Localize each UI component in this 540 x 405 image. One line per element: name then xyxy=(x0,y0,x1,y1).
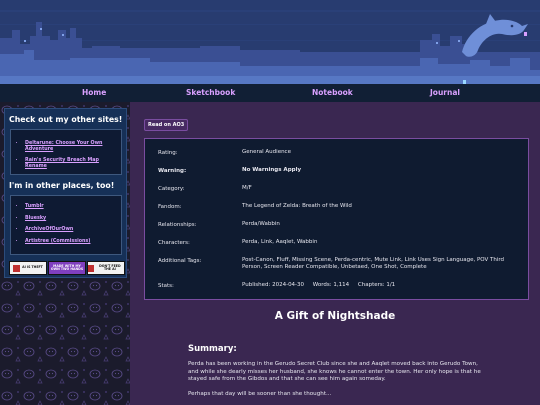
summary-paragraph: Perda has been working in the Gerudo Sec… xyxy=(188,361,481,383)
sidebar: Check out my other sites! Deltarune: Cho… xyxy=(0,102,130,405)
list-item: Tumblr xyxy=(25,204,121,210)
relationships-label: Relationships: xyxy=(158,222,197,228)
link-deltarune-cyoa[interactable]: Deltarune: Choose Your Own Adventure xyxy=(25,141,102,152)
rating-label: Rating: xyxy=(158,150,178,156)
link-artistree[interactable]: Artistree (Commissions) xyxy=(25,239,90,244)
nav-sketchbook[interactable]: Sketchbook xyxy=(186,88,235,97)
badge-row: AI IS THEFT MADE WITH MY OWN TWO HANDS D… xyxy=(9,261,125,275)
link-tumblr[interactable]: Tumblr xyxy=(25,204,44,209)
list-item: Deltarune: Choose Your Own Adventure xyxy=(25,141,121,152)
tags-value: Post-Canon, Fluff, Missing Scene, Perda-… xyxy=(242,257,505,271)
summary-text: Perda has been working in the Gerudo Sec… xyxy=(188,361,483,405)
nav-home[interactable]: Home xyxy=(82,88,106,97)
characters-value: Perda, Link, Aaqlet, Wabbin xyxy=(242,239,318,245)
rating-value: General Audience xyxy=(242,149,291,155)
ai-is-theft-badge: AI IS THEFT xyxy=(9,261,47,275)
handmade-badge: MADE WITH MY OWN TWO HANDS xyxy=(48,261,86,275)
category-value: M/F xyxy=(242,185,252,191)
fandom-value: The Legend of Zelda: Breath of the Wild xyxy=(242,203,352,209)
header-banner xyxy=(0,0,540,84)
category-label: Category: xyxy=(158,186,185,192)
list-item: Artistree (Commissions) xyxy=(25,239,121,245)
other-places-heading: I'm in other places, too! xyxy=(9,181,115,190)
list-item: Bluesky xyxy=(25,216,121,222)
summary-heading: Summary: xyxy=(188,344,237,354)
other-sites-list: Deltarune: Choose Your Own Adventure Rai… xyxy=(10,129,122,175)
relationships-value: Perda/Wabbin xyxy=(242,221,280,227)
dont-feed-ai-badge: DON'T FEED THE AI xyxy=(87,261,125,275)
nav-notebook[interactable]: Notebook xyxy=(312,88,353,97)
link-bluesky[interactable]: Bluesky xyxy=(25,216,46,221)
badge-icon xyxy=(13,264,21,272)
warning-value: No Warnings Apply xyxy=(242,167,302,173)
tags-label: Additional Tags: xyxy=(158,258,202,264)
badge-icon xyxy=(88,264,94,272)
nav-journal[interactable]: Journal xyxy=(430,88,460,97)
summary-paragraph: Perhaps that day will be sooner than she… xyxy=(188,390,332,397)
main-content: Read on AO3 Rating: General Audience War… xyxy=(130,102,540,405)
work-metadata-panel: Rating: General Audience Warning: No War… xyxy=(144,138,529,300)
link-ao3[interactable]: ArchiveOfOurOwn xyxy=(25,227,73,232)
stats-value: Published: 2024-04-30 Words: 1,114 Chapt… xyxy=(242,282,396,288)
sidebar-panel: Check out my other sites! Deltarune: Cho… xyxy=(4,108,127,278)
work-title: A Gift of Nightshade xyxy=(274,310,396,322)
other-sites-heading: Check out my other sites! xyxy=(9,115,123,124)
fandom-label: Fandom: xyxy=(158,204,182,210)
read-on-ao3-button[interactable]: Read on AO3 xyxy=(144,119,189,131)
warning-label: Warning: xyxy=(158,168,187,174)
other-places-list: Tumblr Bluesky ArchiveOfOurOwn Artistree… xyxy=(10,195,122,255)
link-security-breach-map[interactable]: Rain's Security Breach Map Rename xyxy=(25,158,99,169)
stats-label: Stats: xyxy=(158,283,174,289)
list-item: ArchiveOfOurOwn xyxy=(25,227,121,233)
top-nav: Home Sketchbook Notebook Journal xyxy=(0,84,540,103)
skyline-illustration xyxy=(0,0,540,84)
list-item: Rain's Security Breach Map Rename xyxy=(25,158,121,169)
characters-label: Characters: xyxy=(158,240,190,246)
